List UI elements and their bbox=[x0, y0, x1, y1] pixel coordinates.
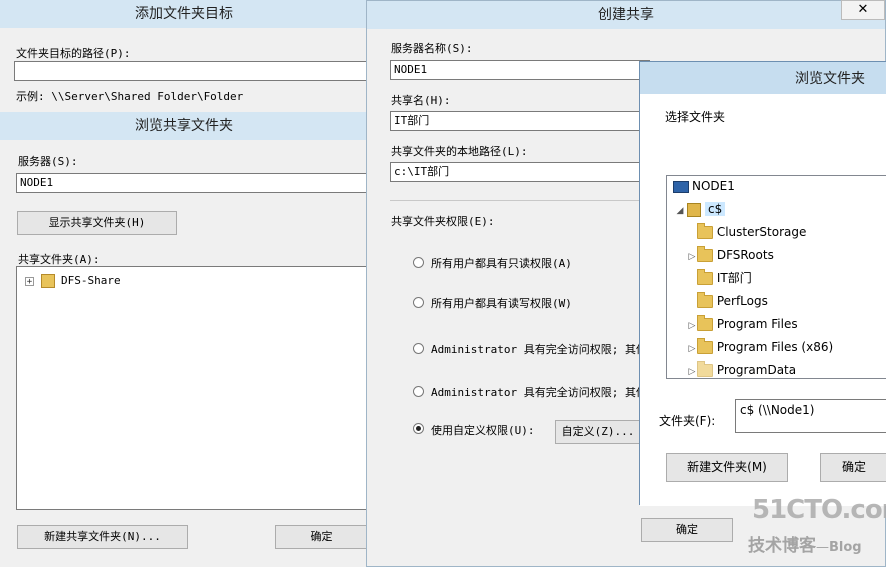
new-folder-button[interactable]: 新建文件夹(M) bbox=[666, 453, 788, 482]
server-name-input[interactable]: NODE1 bbox=[390, 60, 650, 80]
folder-icon bbox=[697, 338, 713, 354]
browse-shared-ok-button[interactable]: 确定 bbox=[275, 525, 368, 549]
watermark-dash: — bbox=[816, 540, 829, 555]
radio-read-only[interactable] bbox=[413, 257, 424, 268]
folder-icon bbox=[697, 315, 713, 331]
folder-icon bbox=[697, 269, 713, 285]
radio-admin-full-1[interactable] bbox=[413, 343, 424, 354]
tree-item-label: Program Files (x86) bbox=[716, 340, 834, 354]
tree-item-label: PerfLogs bbox=[716, 294, 768, 308]
option-admin-full-2-label: Administrator 具有完全访问权限; 其他 bbox=[431, 386, 647, 399]
folder-field-label: 文件夹(F): bbox=[659, 414, 716, 428]
add-folder-target-window: 添加文件夹目标 文件夹目标的路径(P): 示例: \\Server\Shared… bbox=[0, 0, 368, 567]
close-icon[interactable]: ✕ bbox=[841, 0, 885, 20]
watermark-text: 技术博客—Blog bbox=[748, 531, 862, 556]
option-custom-label: 使用自定义权限(U): bbox=[431, 424, 535, 437]
expand-arrow-icon[interactable]: ▷ bbox=[687, 247, 697, 267]
tree-item-label: Program Files bbox=[716, 317, 798, 331]
share-name-label: 共享名(H): bbox=[391, 94, 451, 107]
server-label: 服务器(S): bbox=[18, 155, 78, 168]
tree-row-perflogs[interactable]: PerfLogs bbox=[687, 291, 768, 311]
tree-c-drive-label: c$ bbox=[705, 202, 726, 216]
tree-node1-label: NODE1 bbox=[692, 179, 735, 193]
tree-item-dfs-share[interactable]: DFS-Share bbox=[61, 274, 121, 287]
share-folder-icon bbox=[41, 274, 55, 288]
tree-item-label: DFSRoots bbox=[716, 248, 774, 262]
tree-row-programdata[interactable]: ▷ ProgramData bbox=[687, 360, 797, 378]
shared-folders-tree[interactable]: + DFS-Share bbox=[16, 266, 368, 510]
tree-row-it-dept[interactable]: IT部门 bbox=[687, 268, 752, 288]
server-name-label: 服务器名称(S): bbox=[391, 42, 473, 55]
path-example: 示例: \\Server\Shared Folder\Folder bbox=[16, 90, 244, 103]
permissions-label: 共享文件夹权限(E): bbox=[391, 215, 495, 228]
option-read-only-label: 所有用户都具有只读权限(A) bbox=[431, 257, 572, 270]
folder-field-input[interactable]: c$ (\\Node1) bbox=[735, 399, 886, 433]
server-input[interactable]: NODE1 bbox=[16, 173, 368, 193]
create-share-ok-button[interactable]: 确定 bbox=[641, 518, 733, 542]
tree-row-clusterstorage[interactable]: ClusterStorage bbox=[687, 222, 806, 242]
new-shared-folder-button[interactable]: 新建共享文件夹(N)... bbox=[17, 525, 188, 549]
folder-icon bbox=[697, 292, 713, 308]
radio-read-write[interactable] bbox=[413, 297, 424, 308]
separator bbox=[390, 200, 650, 201]
browse-folder-window: 浏览文件夹 选择文件夹 NODE1 ◢ c$ ClusterStorage ▷ D… bbox=[639, 61, 886, 506]
tree-row-program-files[interactable]: ▷ Program Files bbox=[687, 314, 798, 334]
folder-tree[interactable]: NODE1 ◢ c$ ClusterStorage ▷ DFSRoots IT部门… bbox=[666, 175, 886, 379]
collapse-arrow-icon[interactable]: ◢ bbox=[675, 201, 685, 221]
expand-arrow-icon[interactable]: ▷ bbox=[687, 339, 697, 359]
share-drive-icon bbox=[687, 202, 701, 217]
tree-row-c-drive[interactable]: ◢ c$ bbox=[675, 199, 726, 221]
show-shared-folders-button[interactable]: 显示共享文件夹(H) bbox=[17, 211, 177, 235]
path-input[interactable] bbox=[14, 61, 368, 81]
radio-custom-permissions[interactable] bbox=[413, 423, 424, 434]
watermark-logo: 51CTO.com bbox=[752, 495, 886, 525]
browse-folder-title: 浏览文件夹 bbox=[795, 71, 865, 87]
tree-item-label: ClusterStorage bbox=[716, 225, 807, 239]
create-share-title: 创建共享 bbox=[367, 1, 885, 29]
folder-icon bbox=[697, 246, 713, 262]
tree-row-program-files-x86[interactable]: ▷ Program Files (x86) bbox=[687, 337, 833, 357]
shared-folders-label: 共享文件夹(A): bbox=[18, 253, 100, 266]
browse-folder-ok-button[interactable]: 确定 bbox=[820, 453, 886, 482]
select-folder-label: 选择文件夹 bbox=[665, 110, 726, 124]
browse-shared-title: 浏览共享文件夹 bbox=[0, 112, 368, 140]
tree-row-node1[interactable]: NODE1 bbox=[673, 176, 735, 196]
radio-admin-full-2[interactable] bbox=[413, 386, 424, 397]
local-path-label: 共享文件夹的本地路径(L): bbox=[391, 145, 528, 158]
tree-item-label: ProgramData bbox=[716, 363, 797, 377]
folder-icon bbox=[697, 223, 713, 239]
path-label: 文件夹目标的路径(P): bbox=[16, 47, 131, 60]
customize-button[interactable]: 自定义(Z)... bbox=[555, 420, 641, 444]
local-path-input[interactable]: c:\IT部门 bbox=[390, 162, 650, 182]
option-admin-full-1-label: Administrator 具有完全访问权限; 其他 bbox=[431, 343, 647, 356]
watermark-blog: Blog bbox=[829, 540, 862, 555]
add-target-title: 添加文件夹目标 bbox=[0, 0, 368, 28]
folder-icon bbox=[697, 361, 713, 377]
expand-arrow-icon[interactable]: ▷ bbox=[687, 316, 697, 336]
watermark-tech-blog: 技术博客 bbox=[748, 536, 816, 556]
tree-row-dfsroots[interactable]: ▷ DFSRoots bbox=[687, 245, 774, 265]
share-name-input[interactable]: IT部门 bbox=[390, 111, 650, 131]
tree-expand-icon[interactable]: + bbox=[25, 277, 34, 287]
computer-icon bbox=[673, 180, 689, 193]
option-read-write-label: 所有用户都具有读写权限(W) bbox=[431, 297, 572, 310]
expand-arrow-icon[interactable]: ▷ bbox=[687, 362, 697, 378]
tree-item-label: IT部门 bbox=[716, 271, 752, 285]
